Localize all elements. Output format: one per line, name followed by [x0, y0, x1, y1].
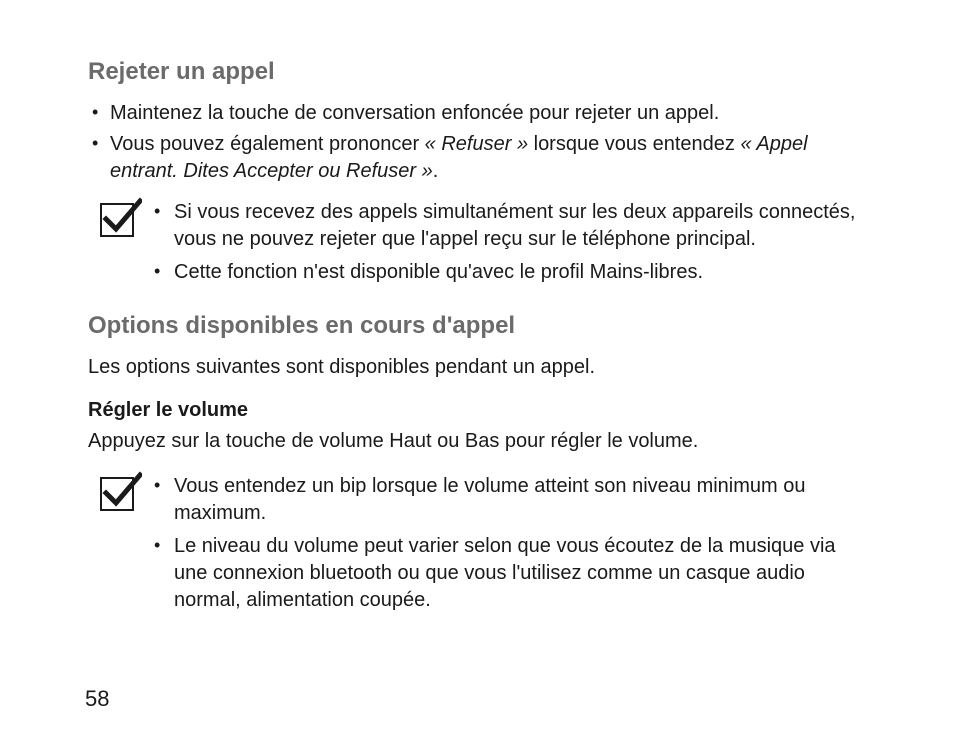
checkmark-box-icon [100, 477, 134, 511]
note-content: Si vous recevez des appels simultanément… [152, 199, 866, 292]
list-item: Si vous recevez des appels simultanément… [152, 199, 866, 253]
list-item: Vous pouvez également prononcer « Refuse… [88, 131, 866, 185]
section-heading-call-options: Options disponibles en cours d'appel [88, 312, 866, 340]
list-item-text: Maintenez la touche de conversation enfo… [110, 102, 719, 124]
note-block: Si vous recevez des appels simultanément… [100, 199, 866, 292]
list-item-text: . [433, 160, 439, 182]
subheading-adjust-volume: Régler le volume [88, 399, 866, 422]
list-item-text: lorsque vous entendez [528, 133, 740, 155]
note-bullet-list: Si vous recevez des appels simultanément… [152, 199, 866, 286]
reject-call-bullet-list: Maintenez la touche de conversation enfo… [88, 100, 866, 185]
list-item: Vous entendez un bip lorsque le volume a… [152, 473, 866, 527]
list-item: Le niveau du volume peut varier selon qu… [152, 533, 866, 614]
note-content: Vous entendez un bip lorsque le volume a… [152, 473, 866, 620]
section-heading-reject-call: Rejeter un appel [88, 58, 866, 86]
checkmark-box-icon [100, 203, 134, 237]
note-bullet-list: Vous entendez un bip lorsque le volume a… [152, 473, 866, 614]
list-item-italic: « Refuser » [425, 133, 528, 155]
section-intro-text: Les options suivantes sont disponibles p… [88, 354, 866, 381]
page-number: 58 [85, 686, 109, 712]
list-item-text: Vous pouvez également prononcer [110, 133, 425, 155]
list-item: Maintenez la touche de conversation enfo… [88, 100, 866, 127]
body-text: Appuyez sur la touche de volume Haut ou … [88, 428, 866, 455]
list-item: Cette fonction n'est disponible qu'avec … [152, 259, 866, 286]
note-block: Vous entendez un bip lorsque le volume a… [100, 473, 866, 620]
